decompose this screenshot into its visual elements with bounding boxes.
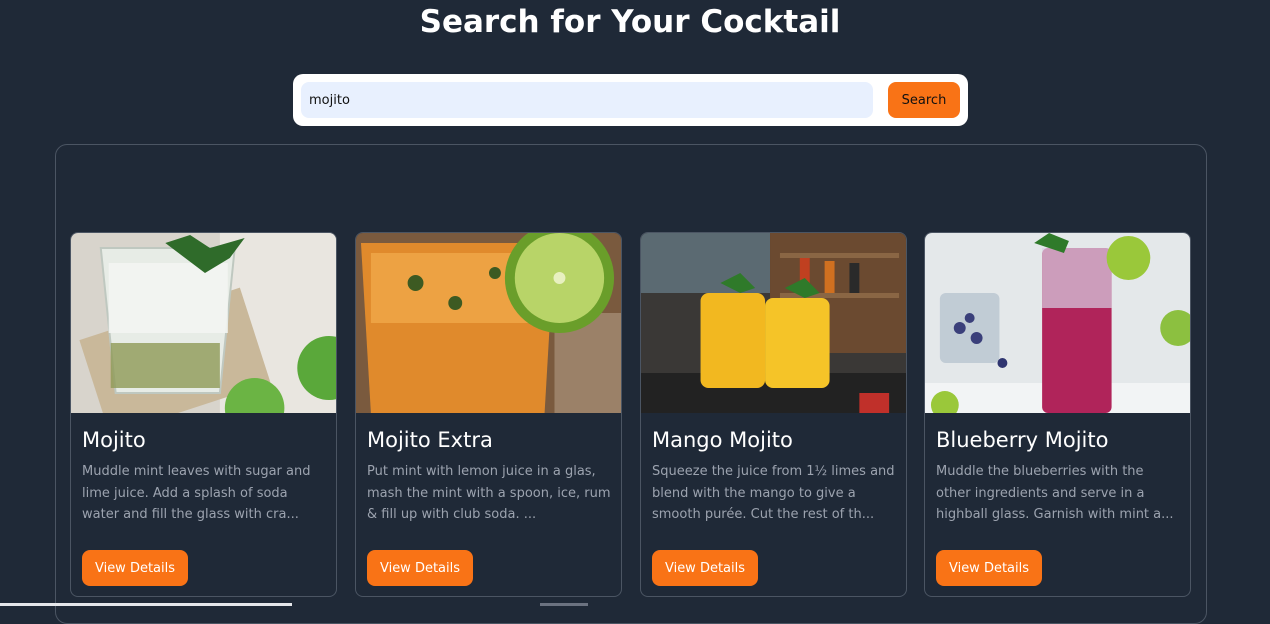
card-title: Mango Mojito xyxy=(652,428,793,452)
card-title: Mojito xyxy=(82,428,146,452)
card-description: Put mint with lemon juice in a glas, mas… xyxy=(367,464,611,522)
cocktail-card: Mojito Muddle mint leaves with sugar and… xyxy=(70,232,337,597)
search-bar: Search xyxy=(293,74,968,126)
view-details-button[interactable]: View Details xyxy=(652,550,758,586)
view-details-button[interactable]: View Details xyxy=(936,550,1042,586)
page-title: Search for Your Cocktail xyxy=(419,4,841,40)
cocktail-image xyxy=(356,233,621,413)
card-description: Muddle the blueberries with the other in… xyxy=(936,464,1174,522)
search-button[interactable]: Search xyxy=(888,82,960,118)
cocktail-card: Blueberry Mojito Muddle the blueberries … xyxy=(924,232,1191,597)
card-title: Mojito Extra xyxy=(367,428,493,452)
card-description: Muddle mint leaves with sugar and lime j… xyxy=(82,464,311,522)
card-title: Blueberry Mojito xyxy=(936,428,1109,452)
cocktail-image xyxy=(641,233,906,413)
cocktail-image xyxy=(71,233,336,413)
view-details-button[interactable]: View Details xyxy=(367,550,473,586)
cocktail-card: Mojito Extra Put mint with lemon juice i… xyxy=(355,232,622,597)
cocktail-card: Mango Mojito Squeeze the juice from 1½ l… xyxy=(640,232,907,597)
view-details-button[interactable]: View Details xyxy=(82,550,188,586)
cocktail-image xyxy=(925,233,1190,413)
search-input[interactable] xyxy=(301,82,873,118)
card-description: Squeeze the juice from 1½ limes and blen… xyxy=(652,464,895,522)
